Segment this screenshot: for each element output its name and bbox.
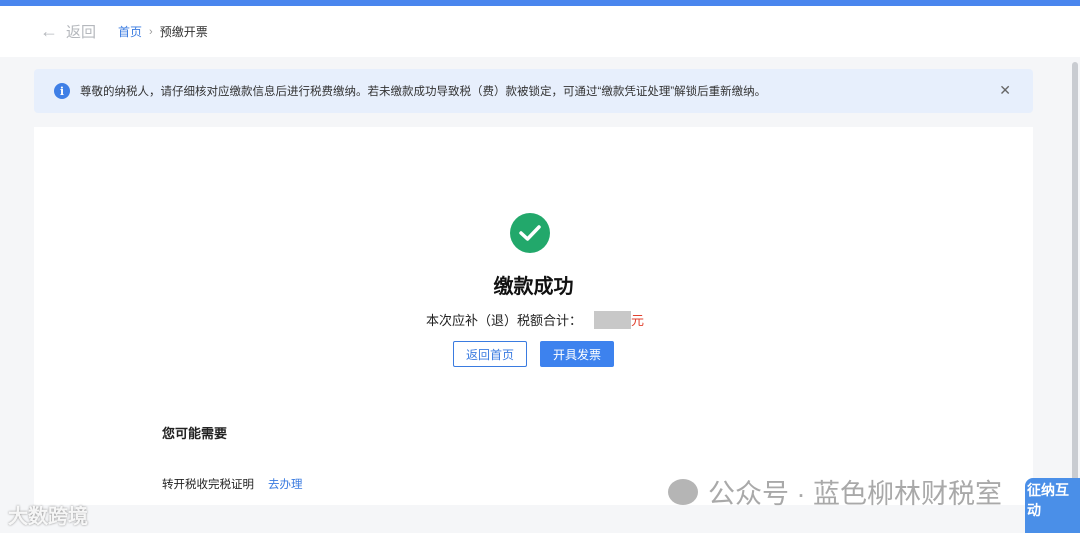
suggest-item-label: 转开税收完税证明 <box>162 479 254 491</box>
header: ← 返回 首页 › 预缴开票 <box>0 6 1080 57</box>
success-check-icon <box>510 213 550 253</box>
back-label: 返回 <box>66 24 97 41</box>
result-card: 缴款成功 本次应补（退）税额合计： 元 返回首页 开具发票 您可能需要 转开税收… <box>34 127 1033 505</box>
issue-invoice-button[interactable]: 开具发票 <box>540 341 614 367</box>
watermark-left: 大数跨境 <box>8 506 88 528</box>
info-icon: i <box>54 83 70 99</box>
arrow-left-icon: ← <box>40 21 58 41</box>
scrollbar[interactable] <box>1072 62 1078 502</box>
watermark-right-text: 公众号 · 蓝色柳林财税室 <box>708 479 1002 509</box>
suggest-title: 您可能需要 <box>162 426 228 441</box>
mascot-widget[interactable]: 征纳互动 <box>1025 478 1080 533</box>
wechat-icon <box>668 478 698 505</box>
tax-sum: 本次应补（退）税额合计： 元 <box>426 310 644 329</box>
close-icon[interactable]: ✕ <box>999 82 1011 99</box>
breadcrumb: 首页 › 预缴开票 <box>118 23 208 40</box>
result-title: 缴款成功 <box>493 276 574 298</box>
sum-unit: 元 <box>631 313 645 328</box>
suggest-item: 转开税收完税证明 去办理 <box>162 476 303 492</box>
chevron-right-icon: › <box>149 25 153 38</box>
breadcrumb-current: 预缴开票 <box>159 25 208 39</box>
alert-text: 尊敬的纳税人，请仔细核对应缴款信息后进行税费缴纳。若未缴款成功导致税（费）款被锁… <box>80 86 767 98</box>
info-alert: i 尊敬的纳税人，请仔细核对应缴款信息后进行税费缴纳。若未缴款成功导致税（费）款… <box>34 69 1033 113</box>
back-button[interactable]: ← 返回 <box>40 21 96 42</box>
sum-label: 本次应补（退）税额合计： <box>426 313 583 328</box>
breadcrumb-home[interactable]: 首页 <box>118 23 142 40</box>
return-home-button[interactable]: 返回首页 <box>453 341 527 367</box>
watermark-right: 公众号 · 蓝色柳林财税室 <box>668 472 1002 511</box>
masked-amount <box>594 310 632 329</box>
suggest-item-action[interactable]: 去办理 <box>268 476 303 492</box>
